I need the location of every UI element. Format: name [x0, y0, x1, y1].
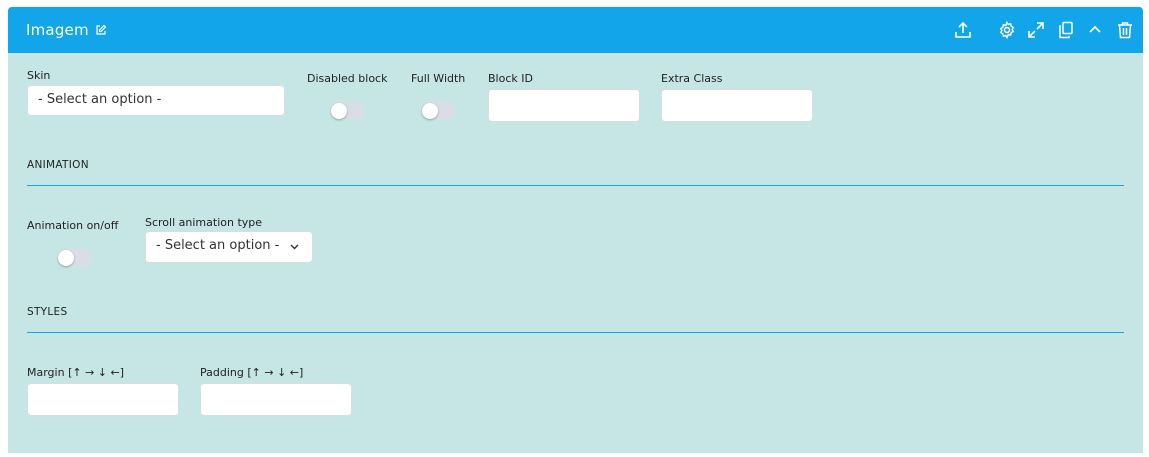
animation-divider — [27, 185, 1124, 186]
skin-select-value: - Select an option - — [38, 92, 162, 107]
scroll-animation-value: - Select an option - — [156, 238, 280, 253]
upload-icon[interactable] — [954, 21, 972, 39]
margin-input[interactable] — [27, 383, 179, 416]
animation-section-title: ANIMATION — [27, 159, 89, 171]
margin-label: Margin [↑ → ↓ ←] — [27, 366, 125, 379]
gear-icon[interactable] — [998, 21, 1016, 39]
panel-title-text: Imagem — [26, 21, 89, 39]
animation-toggle[interactable] — [58, 249, 92, 267]
padding-input[interactable] — [200, 383, 352, 416]
toggle-knob — [58, 250, 74, 266]
full-width-toggle[interactable] — [422, 102, 456, 120]
block-id-label: Block ID — [488, 72, 533, 85]
chevron-up-icon[interactable] — [1086, 21, 1104, 39]
extra-class-label: Extra Class — [661, 72, 723, 85]
chevron-down-icon — [289, 241, 300, 256]
padding-label: Padding [↑ → ↓ ←] — [200, 366, 304, 379]
panel-title: Imagem — [26, 21, 107, 39]
panel-header: Imagem — [8, 7, 1143, 53]
styles-divider — [27, 332, 1124, 333]
block-id-input[interactable] — [488, 89, 640, 122]
styles-section-title: STYLES — [27, 306, 68, 318]
animation-toggle-label: Animation on/off — [27, 219, 119, 232]
copy-icon[interactable] — [1057, 21, 1075, 39]
edit-icon[interactable] — [95, 24, 107, 36]
block-panel: Imagem Skin - Select an option - Disable… — [8, 7, 1143, 453]
scroll-animation-label: Scroll animation type — [145, 216, 263, 229]
toggle-knob — [422, 103, 438, 119]
disabled-block-label: Disabled block — [307, 72, 388, 85]
expand-icon[interactable] — [1027, 21, 1045, 39]
full-width-label: Full Width — [411, 72, 466, 85]
toggle-knob — [331, 103, 347, 119]
scroll-animation-select[interactable]: - Select an option - — [145, 231, 313, 263]
extra-class-input[interactable] — [661, 89, 813, 122]
skin-select[interactable]: - Select an option - — [27, 85, 285, 116]
trash-icon[interactable] — [1116, 21, 1134, 39]
disabled-block-toggle[interactable] — [331, 102, 365, 120]
skin-label: Skin — [27, 69, 51, 82]
